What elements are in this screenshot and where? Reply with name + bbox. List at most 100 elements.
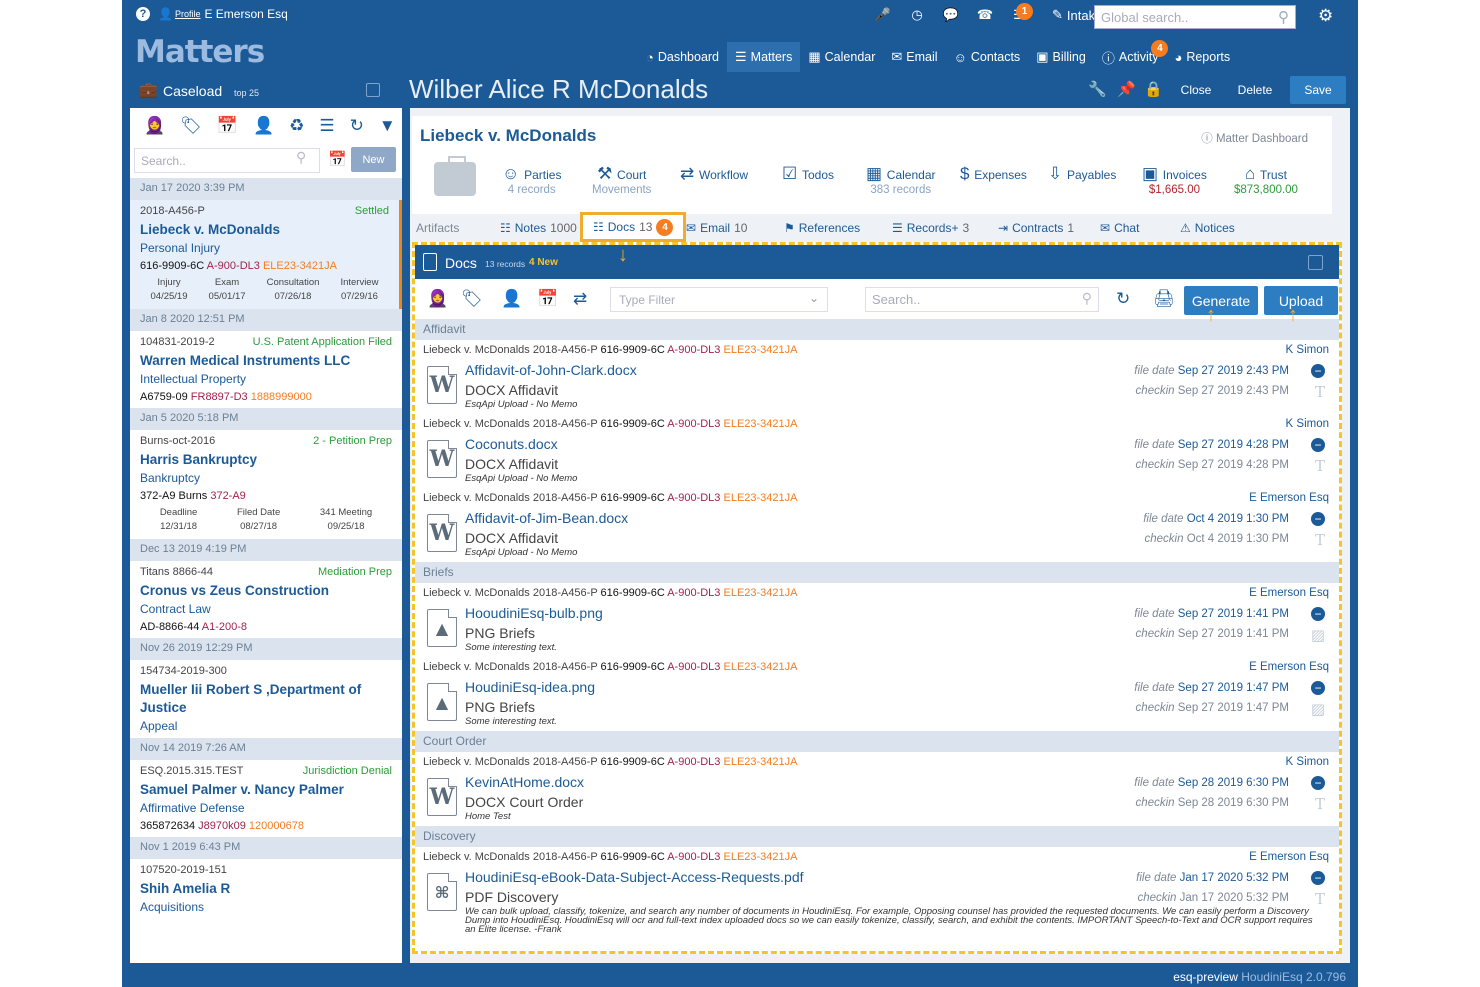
text-icon[interactable]: T (1315, 457, 1325, 475)
case-card[interactable]: Titans 8866-44 Mediation Prep Cronus vs Ze… (130, 561, 402, 638)
doc-filename[interactable]: HooudiniEsq-bulb.png (465, 605, 603, 621)
tag-icon[interactable]: 🏷 (461, 289, 483, 309)
doc-filename[interactable]: HoudiniEsq-idea.png (465, 679, 595, 695)
nav-item-activity[interactable]: ⓘ Activity 4 (1094, 40, 1169, 72)
nav-item-calendar[interactable]: ▦ Calendar (800, 42, 883, 72)
calendar-icon[interactable]: 📅 (537, 289, 558, 309)
tab-references[interactable]: ⚑ References (784, 214, 860, 242)
search-icon[interactable]: ⚲ (1278, 8, 1289, 26)
case-name[interactable]: Samuel Palmer v. Nancy Palmer (140, 781, 392, 799)
shortcut-workflow[interactable]: ⇄ Workflow (680, 164, 748, 184)
text-icon[interactable]: T (1315, 531, 1325, 549)
remove-icon[interactable]: − (1311, 364, 1325, 378)
shortcut-expenses[interactable]: $ Expenses (960, 164, 1027, 184)
shortcut-invoices[interactable]: ▣ Invoices $1,665.00 (1142, 164, 1207, 196)
doc-row[interactable]: Liebeck v. McDonalds 2018-A456-P 616-990… (415, 488, 1339, 562)
save-button[interactable]: Save (1290, 76, 1346, 104)
word-doc-icon[interactable]: W (427, 366, 457, 404)
image-preview-icon[interactable]: ▨ (1311, 626, 1325, 644)
remove-icon[interactable]: − (1311, 681, 1325, 695)
case-name[interactable]: Cronus vs Zeus Construction (140, 582, 392, 600)
doc-filename[interactable]: KevinAtHome.docx (465, 774, 584, 790)
retweet-icon[interactable]: ⇄ (573, 289, 587, 309)
case-card[interactable]: 154734-2019-300 Mueller Iii Robert S ,Dep… (130, 660, 402, 738)
close-button[interactable]: Close (1173, 76, 1219, 104)
doc-row[interactable]: Liebeck v. McDonalds 2018-A456-P 616-990… (415, 847, 1339, 934)
nav-item-billing[interactable]: ▣ Billing (1028, 42, 1094, 72)
pdf-doc-icon[interactable]: ⌘ (427, 873, 457, 911)
nav-item-dashboard[interactable]: ◔ Dashboard (638, 42, 727, 72)
tag-icon[interactable]: 🏷 (180, 116, 202, 136)
case-card[interactable]: 107520-2019-151 Shih Amelia R Acquisitions (130, 859, 402, 919)
case-card[interactable]: 2018-A456-P Settled Liebeck v. McDonalds Pe… (130, 200, 402, 309)
shortcut-parties[interactable]: ☺ Parties 4 records (502, 164, 561, 196)
type-filter-select[interactable]: Type Filter ⌄ (610, 287, 828, 312)
tab-email[interactable]: ✉ Email 10 (686, 214, 747, 242)
nav-item-reports[interactable]: ◕ Reports (1166, 42, 1238, 72)
refresh-icon[interactable]: ↻ (350, 116, 364, 136)
shortcut-todos[interactable]: ☑ Todos (782, 164, 834, 184)
word-doc-icon[interactable]: W (427, 778, 457, 816)
calendar-grid-icon[interactable]: 📅 (217, 116, 238, 136)
remove-icon[interactable]: − (1311, 438, 1325, 452)
list-icon[interactable]: ☰ (319, 116, 334, 136)
tasks-icon[interactable]: ☰1 (1010, 3, 1033, 24)
help-icon[interactable]: ? (136, 7, 150, 21)
text-icon[interactable]: T (1315, 795, 1325, 813)
tab-notes[interactable]: ☷ Notes 1000 (500, 214, 577, 242)
caseload-search-input[interactable]: Search.. (134, 148, 320, 173)
case-name[interactable]: Mueller Iii Robert S ,Department of Just… (140, 681, 392, 717)
image-doc-icon[interactable]: ▲ (427, 609, 457, 647)
text-icon[interactable]: T (1315, 383, 1325, 401)
user-icon[interactable]: 👤 (253, 116, 274, 136)
doc-filename[interactable]: HoudiniEsq-eBook-Data-Subject-Access-Req… (465, 869, 804, 885)
delete-button[interactable]: Delete (1228, 76, 1282, 104)
word-doc-icon[interactable]: W (427, 440, 457, 478)
word-doc-icon[interactable]: W (427, 514, 457, 552)
image-doc-icon[interactable]: ▲ (427, 683, 457, 721)
collapse-caseload-icon[interactable] (366, 83, 380, 97)
shortcut-trust[interactable]: ⌂ Trust $873,800.00 (1234, 164, 1298, 196)
pin-icon[interactable]: 📌 (1117, 80, 1136, 98)
nav-item-matters[interactable]: ☰ Matters (727, 42, 801, 72)
image-preview-icon[interactable]: ▨ (1311, 700, 1325, 718)
case-card[interactable]: ESQ.2015.315.TEST Jurisdiction Denial Samu… (130, 760, 402, 837)
case-name[interactable]: Liebeck v. McDonalds (140, 221, 389, 239)
remove-icon[interactable]: − (1311, 871, 1325, 885)
refresh-icon[interactable]: ↻ (1116, 289, 1130, 309)
profile-link[interactable]: Profile (175, 9, 201, 19)
doc-row[interactable]: Liebeck v. McDonalds 2018-A456-P 616-990… (415, 583, 1339, 657)
user-icon[interactable]: 👤 (501, 289, 522, 309)
case-name[interactable]: Harris Bankruptcy (140, 451, 392, 469)
search-icon[interactable]: ⚲ (296, 149, 306, 166)
doc-row[interactable]: Liebeck v. McDonalds 2018-A456-P 616-990… (415, 414, 1339, 488)
tab-docs[interactable]: ☷ Docs 13 4 (580, 212, 687, 242)
doc-filename[interactable]: Coconuts.docx (465, 436, 558, 452)
recycle-icon[interactable]: ♻ (289, 116, 304, 136)
print-icon[interactable]: 🖨 (1153, 289, 1175, 309)
text-icon[interactable]: T (1315, 890, 1325, 908)
settings-gear-icon[interactable]: ⚙ (1318, 6, 1333, 26)
doc-filename[interactable]: Affidavit-of-Jim-Bean.docx (465, 510, 628, 526)
doc-row[interactable]: Liebeck v. McDonalds 2018-A456-P 616-990… (415, 752, 1339, 826)
person-orange-icon[interactable]: 🧕 (427, 289, 448, 309)
upload-button[interactable]: Upload (1264, 286, 1338, 315)
clock-icon[interactable]: ◷ (908, 6, 926, 24)
calendar-icon[interactable]: 📅 (328, 150, 347, 168)
shortcut-payables[interactable]: ⇩ Payables (1048, 164, 1116, 184)
person-orange-icon[interactable]: 🧕 (144, 116, 165, 136)
generate-button[interactable]: Generate (1184, 286, 1258, 315)
tab-chat[interactable]: ✉ Chat (1100, 214, 1139, 242)
docs-search-input[interactable]: Search.. ⚲ (865, 287, 1099, 312)
shortcut-court[interactable]: ⚒ Court Movements (592, 164, 651, 196)
lock-icon[interactable]: 🔒 (1144, 80, 1163, 98)
wrench-icon[interactable]: 🔧 (1088, 80, 1107, 98)
tab-contracts[interactable]: ⇥ Contracts 1 (998, 214, 1074, 242)
case-card[interactable]: 104831-2019-2 U.S. Patent Application Fil… (130, 331, 402, 408)
collapse-docs-icon[interactable] (1308, 255, 1323, 270)
case-name[interactable]: Shih Amelia R (140, 880, 392, 898)
tab-notices[interactable]: ⚠ Notices (1180, 214, 1235, 242)
matter-dashboard-link[interactable]: ⓘ Matter Dashboard (1201, 130, 1308, 146)
remove-icon[interactable]: − (1311, 776, 1325, 790)
nav-item-email[interactable]: ✉ Email (883, 42, 945, 72)
